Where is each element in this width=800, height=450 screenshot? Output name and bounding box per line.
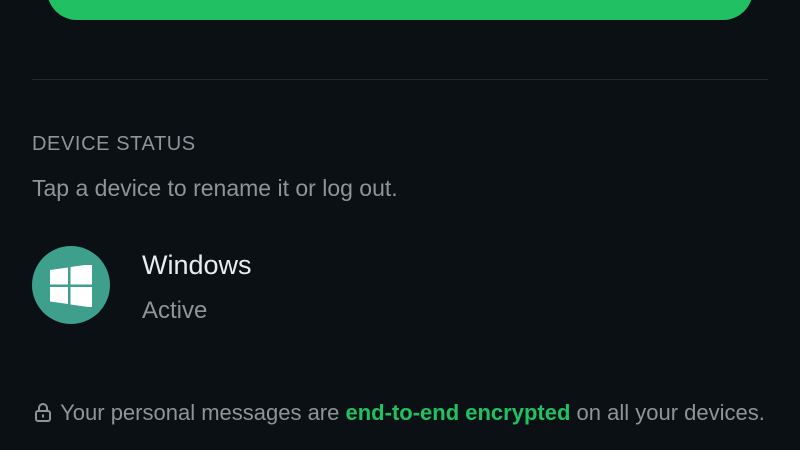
- encryption-notice: Your personal messages are end-to-end en…: [0, 396, 800, 431]
- encryption-text-before: Your personal messages are: [60, 400, 340, 425]
- device-status-hint: Tap a device to rename it or log out.: [32, 175, 398, 201]
- linked-devices-screen: DEVICE STATUS Tap a device to rename it …: [0, 0, 800, 450]
- lock-icon: [35, 398, 52, 431]
- device-status-label: Active: [142, 297, 208, 324]
- device-name: Windows: [142, 250, 252, 280]
- divider: [32, 79, 768, 80]
- device-avatar: [32, 246, 110, 324]
- encryption-text-after: on all your devices.: [576, 400, 765, 425]
- link-a-device-button[interactable]: [47, 0, 753, 20]
- device-list-item-windows[interactable]: Windows Active: [32, 240, 768, 332]
- end-to-end-encrypted-link[interactable]: end-to-end encrypted: [346, 400, 571, 425]
- device-status-heading: DEVICE STATUS: [32, 133, 196, 155]
